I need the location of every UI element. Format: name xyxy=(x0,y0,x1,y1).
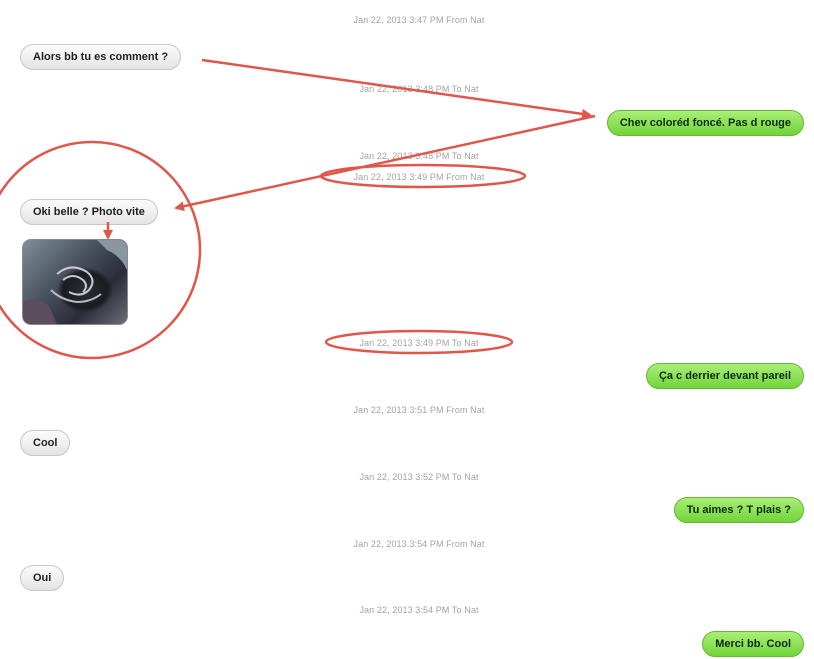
outgoing-message[interactable]: Chev coloréd foncé. Pas d rouge xyxy=(606,110,804,136)
outgoing-message[interactable]: Ça c derrier devant pareil xyxy=(645,363,804,389)
timestamp: Jan 22, 2013 3:47 PM From Nat xyxy=(353,15,485,25)
timestamp: Jan 22, 2013 3:49 PM To Nat xyxy=(359,338,479,348)
timestamp: Jan 22, 2013 3:49 PM From Nat xyxy=(353,172,485,182)
timestamp: Jan 22, 2013 3:54 PM To Nat xyxy=(359,605,479,615)
photo-attachment[interactable] xyxy=(22,239,128,325)
incoming-message[interactable]: Oui xyxy=(20,565,65,591)
timestamp: Jan 22, 2013 3:48 PM To Nat xyxy=(359,151,479,161)
incoming-message[interactable]: Cool xyxy=(20,430,71,456)
timestamp: Jan 22, 2013 3:51 PM From Nat xyxy=(353,405,485,415)
annotation-arrow xyxy=(174,114,596,212)
timestamp: Jan 22, 2013 3:48 PM To Nat xyxy=(359,84,479,94)
annotation-overlay xyxy=(0,58,596,360)
outgoing-message[interactable]: Merci bb. Cool xyxy=(702,631,804,657)
timestamp: Jan 22, 2013 3:54 PM From Nat xyxy=(353,539,485,549)
timestamp: Jan 22, 2013 3:52 PM To Nat xyxy=(359,472,479,482)
outgoing-message[interactable]: Tu aimes ? T plais ? xyxy=(673,497,804,523)
incoming-message[interactable]: Oki belle ? Photo vite xyxy=(20,199,158,225)
incoming-message[interactable]: Alors bb tu es comment ? xyxy=(20,44,182,70)
